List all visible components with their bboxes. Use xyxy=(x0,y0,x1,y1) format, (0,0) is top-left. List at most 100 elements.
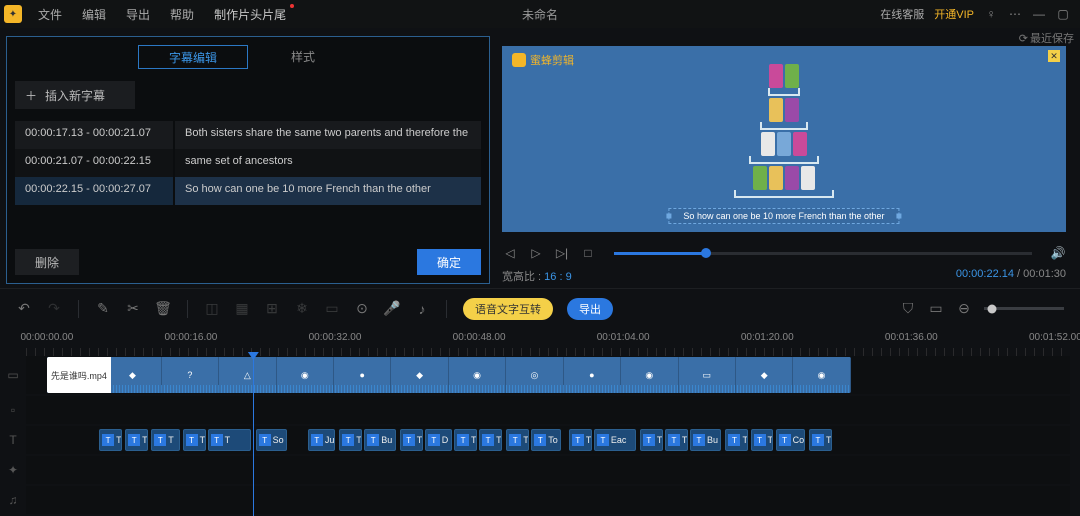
menu-file[interactable]: 文件 xyxy=(28,2,72,27)
text-clip[interactable]: TT xyxy=(208,429,252,451)
transition-track: ✦ xyxy=(0,456,1070,484)
text-clip[interactable]: TT xyxy=(725,429,748,451)
ruler-label: 00:00:16.00 xyxy=(165,332,218,343)
progress-fill xyxy=(614,252,706,255)
text-clip[interactable]: TCo xyxy=(776,429,805,451)
minimize-icon[interactable]: — xyxy=(1032,7,1046,21)
audio-track-icon[interactable]: ♫ xyxy=(0,486,26,514)
text-clip[interactable]: TBu xyxy=(364,429,395,451)
redo-icon[interactable]: ↷ xyxy=(46,301,62,317)
text-clip[interactable]: TT xyxy=(339,429,362,451)
text-clip[interactable]: TT xyxy=(751,429,774,451)
audio-icon[interactable]: ♪ xyxy=(414,301,430,317)
text-clip[interactable]: TT xyxy=(479,429,502,451)
zoom-knob[interactable] xyxy=(988,304,997,313)
watermark-icon xyxy=(512,53,526,67)
mic-icon[interactable]: 🎤 xyxy=(384,301,400,317)
text-clip[interactable]: TT xyxy=(809,429,832,451)
video-track-icon[interactable]: ▭ xyxy=(0,356,26,394)
crop-icon[interactable]: ◫ xyxy=(204,301,220,317)
trash-icon[interactable]: 🗑 xyxy=(155,301,171,317)
text-clip[interactable]: TT xyxy=(99,429,122,451)
export-button[interactable]: 导出 xyxy=(567,298,613,320)
subtitle-row-selected[interactable]: 00:00:22.15 - 00:00:27.07 So how can one… xyxy=(15,177,481,205)
playhead[interactable] xyxy=(253,356,254,516)
snapshot-icon[interactable]: ▭ xyxy=(324,301,340,317)
preview-caption[interactable]: So how can one be 10 more French than th… xyxy=(668,208,899,224)
text-track-icon[interactable]: T xyxy=(0,426,26,454)
link-service[interactable]: 在线客服 xyxy=(880,6,924,22)
subtitle-time: 00:00:21.07 - 00:00:22.15 xyxy=(15,149,175,177)
tab-subtitle-edit[interactable]: 字幕编辑 xyxy=(138,45,248,69)
more-icon[interactable]: ⋯ xyxy=(1008,7,1022,21)
text-clip[interactable]: TSo xyxy=(256,429,287,451)
subtitle-row[interactable]: 00:00:21.07 - 00:00:22.15 same set of an… xyxy=(15,149,481,177)
zoom-icon[interactable]: ⊞ xyxy=(264,301,280,317)
text-clip-label: T xyxy=(586,435,592,445)
recent-save-label[interactable]: 最近保存 xyxy=(1019,30,1074,46)
text-clip[interactable]: TT xyxy=(640,429,663,451)
menu-titles[interactable]: 制作片头片尾 xyxy=(204,2,296,27)
progress-bar[interactable] xyxy=(614,252,1032,255)
volume-icon[interactable]: 🔊 xyxy=(1050,245,1066,261)
confirm-button[interactable]: 确定 xyxy=(417,249,481,275)
timeline: 00:00:00.0000:00:16.0000:00:32.0000:00:4… xyxy=(0,328,1080,514)
text-track-body[interactable]: TTTTTTTTTTTSoTJuTTTBuTTTDTTTTTTTToTTTEac… xyxy=(26,426,1070,454)
text-clip-label: T xyxy=(417,435,423,445)
video-preview[interactable]: 蜜蜂剪辑 ✕ So how can one be 10 more French … xyxy=(502,46,1066,232)
text-clip[interactable]: TT xyxy=(400,429,423,451)
text-clip[interactable]: TJu xyxy=(308,429,335,451)
screen-icon[interactable]: ▭ xyxy=(928,301,944,317)
text-clip[interactable]: TD xyxy=(425,429,452,451)
text-clip[interactable]: TT xyxy=(125,429,148,451)
app-logo-icon: ✦ xyxy=(4,5,22,23)
text-clip[interactable]: TBu xyxy=(690,429,721,451)
text-clip[interactable]: TT xyxy=(665,429,688,451)
close-watermark-icon[interactable]: ✕ xyxy=(1048,50,1060,62)
insert-subtitle-button[interactable]: ＋ 插入新字幕 xyxy=(15,81,135,109)
zoom-slider[interactable] xyxy=(984,307,1064,310)
link-vip[interactable]: 开通VIP xyxy=(934,6,974,22)
play-icon[interactable]: ▷ xyxy=(528,245,544,261)
voice-text-button[interactable]: 语音文字互转 xyxy=(463,298,553,320)
text-clip[interactable]: TT xyxy=(506,429,529,451)
text-icon: T xyxy=(428,434,440,446)
text-clip-label: T xyxy=(168,435,174,445)
subtitle-row[interactable]: 00:00:17.13 - 00:00:21.07 Both sisters s… xyxy=(15,121,481,149)
progress-knob[interactable] xyxy=(701,248,711,258)
maximize-icon[interactable]: ▢ xyxy=(1056,7,1070,21)
video-track-body[interactable]: 先是谁吗.mp4 ◉◆?△◉●◆◉◎●◉▭◆◉ xyxy=(26,356,1070,394)
menu-export[interactable]: 导出 xyxy=(116,2,160,27)
prev-frame-icon[interactable]: ◁ xyxy=(502,245,518,261)
tab-subtitle-style[interactable]: 样式 xyxy=(248,45,358,69)
text-clip[interactable]: TT xyxy=(454,429,477,451)
text-clip-label: Co xyxy=(793,435,805,445)
text-clip-label: Bu xyxy=(707,435,718,445)
overlay-track-icon[interactable]: ▫ xyxy=(0,396,26,424)
speed-icon[interactable]: ⊙ xyxy=(354,301,370,317)
freeze-icon[interactable]: ❄ xyxy=(294,301,310,317)
fit-icon[interactable]: ⊖ xyxy=(956,301,972,317)
transition-track-body[interactable] xyxy=(26,456,1070,484)
text-clip[interactable]: TT xyxy=(569,429,592,451)
text-clip[interactable]: TT xyxy=(183,429,206,451)
mosaic-icon[interactable]: ▦ xyxy=(234,301,250,317)
overlay-track-body[interactable] xyxy=(26,396,1070,424)
edit-icon[interactable]: ✎ xyxy=(95,301,111,317)
time-ruler[interactable]: 00:00:00.0000:00:16.0000:00:32.0000:00:4… xyxy=(26,332,1070,356)
video-clip[interactable]: 先是谁吗.mp4 ◉◆?△◉●◆◉◎●◉▭◆◉ xyxy=(47,357,851,393)
audio-track-body[interactable] xyxy=(26,486,1070,514)
text-clip[interactable]: TEac xyxy=(594,429,636,451)
undo-icon[interactable]: ↶ xyxy=(16,301,32,317)
user-icon[interactable]: ♀ xyxy=(984,7,998,21)
text-clip[interactable]: TTo xyxy=(531,429,560,451)
text-clip[interactable]: TT xyxy=(151,429,180,451)
shield-icon[interactable]: ⛉ xyxy=(900,301,916,317)
next-frame-icon[interactable]: ▷| xyxy=(554,245,570,261)
transition-track-icon[interactable]: ✦ xyxy=(0,456,26,484)
menu-edit[interactable]: 编辑 xyxy=(72,2,116,27)
menu-help[interactable]: 帮助 xyxy=(160,2,204,27)
cut-icon[interactable]: ✂ xyxy=(125,301,141,317)
delete-button[interactable]: 删除 xyxy=(15,249,79,275)
stop-icon[interactable]: □ xyxy=(580,245,596,261)
